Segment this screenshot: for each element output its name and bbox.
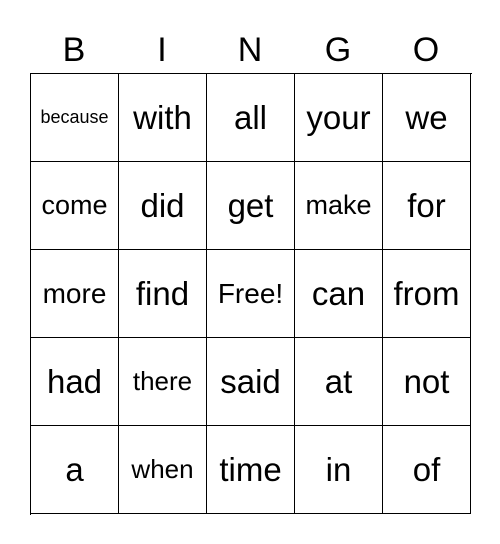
- bingo-cell[interactable]: come: [31, 162, 119, 250]
- free-space-cell[interactable]: Free!: [207, 250, 295, 338]
- bingo-cell[interactable]: because: [31, 74, 119, 162]
- bingo-cell[interactable]: of: [383, 426, 471, 514]
- header-letter: G: [324, 31, 352, 69]
- bingo-cell[interactable]: we: [383, 74, 471, 162]
- bingo-cell[interactable]: not: [383, 338, 471, 426]
- bingo-cell[interactable]: there: [119, 338, 207, 426]
- bingo-cell[interactable]: find: [119, 250, 207, 338]
- bingo-cell[interactable]: had: [31, 338, 119, 426]
- bingo-cell[interactable]: get: [207, 162, 295, 250]
- header-letter: B: [62, 31, 86, 69]
- bingo-header: BINGO: [30, 28, 470, 72]
- bingo-cell[interactable]: did: [119, 162, 207, 250]
- bingo-cell[interactable]: your: [295, 74, 383, 162]
- bingo-cell[interactable]: can: [295, 250, 383, 338]
- bingo-cell[interactable]: time: [207, 426, 295, 514]
- bingo-cell[interactable]: all: [207, 74, 295, 162]
- bingo-cell[interactable]: from: [383, 250, 471, 338]
- bingo-cell[interactable]: a: [31, 426, 119, 514]
- header-letter: I: [157, 31, 167, 69]
- bingo-cell[interactable]: said: [207, 338, 295, 426]
- bingo-cell[interactable]: when: [119, 426, 207, 514]
- header-letter: N: [237, 31, 263, 69]
- bingo-cell[interactable]: make: [295, 162, 383, 250]
- bingo-cell[interactable]: for: [383, 162, 471, 250]
- bingo-cell[interactable]: at: [295, 338, 383, 426]
- bingo-cell[interactable]: more: [31, 250, 119, 338]
- header-letter: O: [412, 31, 440, 69]
- bingo-cell[interactable]: in: [295, 426, 383, 514]
- bingo-grid: because with all your we come did get make for mor…: [30, 73, 472, 515]
- bingo-cell[interactable]: with: [119, 74, 207, 162]
